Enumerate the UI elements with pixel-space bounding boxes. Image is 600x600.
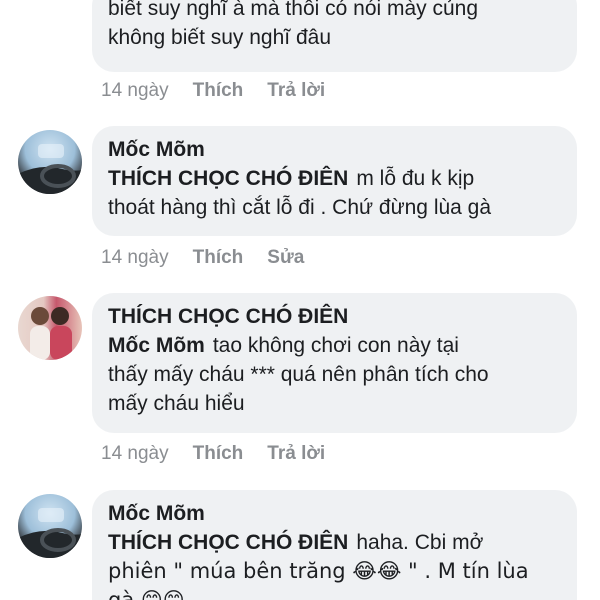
mention-tag[interactable]: THÍCH CHỌC CHÓ ĐIÊN — [108, 531, 348, 554]
comment-author-name[interactable]: Mốc Mõm — [108, 500, 561, 528]
comment-bubble: biết suy nghĩ à mà thôi có nói mày củng … — [92, 0, 577, 72]
comment-text-line: biết suy nghĩ à mà thôi có nói mày củng — [108, 0, 479, 20]
comment-bubble: THÍCH CHỌC CHÓ ĐIÊN Mốc Mõm tao không chơ… — [92, 293, 577, 433]
comment-bubble: Mốc Mõm THÍCH CHỌC CHÓ ĐIÊN haha. Cbi mở … — [92, 490, 577, 600]
avatar[interactable] — [18, 494, 82, 558]
comment-timestamp: 14 ngày — [101, 443, 169, 464]
comment-text-line: phiên " múa bên trăng 😂😂 " . M tín lùa — [108, 559, 529, 583]
comment-text-line: THÍCH CHỌC CHÓ ĐIÊN m lỗ đu k kịp — [108, 164, 561, 193]
comment-text-line: THÍCH CHỌC CHÓ ĐIÊN haha. Cbi mở — [108, 528, 561, 557]
like-button[interactable]: Thích — [193, 443, 244, 465]
comment-text: tao không chơi con này tại — [212, 334, 459, 357]
comment-text-line: mấy cháu hiểu — [108, 392, 245, 415]
comment-thread: biết suy nghĩ à mà thôi có nói mày củng … — [0, 0, 600, 600]
two-girls-avatar-icon — [30, 307, 72, 360]
comment-timestamp: 14 ngày — [101, 80, 169, 101]
reply-button[interactable]: Trả lời — [267, 80, 325, 102]
comment-timestamp: 14 ngày — [101, 247, 169, 268]
comment-actions: 14 ngày Thích Trả lời — [101, 80, 325, 102]
mention-tag[interactable]: THÍCH CHỌC CHÓ ĐIÊN — [108, 167, 348, 190]
comment-bubble: Mốc Mõm THÍCH CHỌC CHÓ ĐIÊN m lỗ đu k kịp… — [92, 126, 577, 236]
mention-tag[interactable]: Mốc Mõm — [108, 334, 205, 357]
car-steering-wheel-avatar-icon — [18, 144, 82, 194]
reply-button[interactable]: Trả lời — [267, 443, 325, 465]
comment-author-name[interactable]: Mốc Mõm — [108, 136, 561, 164]
comment-author-name[interactable]: THÍCH CHỌC CHÓ ĐIÊN — [108, 303, 561, 331]
comment-text-line: thấy mấy cháu *** quá nên phân tích cho — [108, 363, 489, 386]
like-button[interactable]: Thích — [193, 247, 244, 269]
like-button[interactable]: Thích — [193, 80, 244, 102]
comment-text: m lỗ đu k kịp — [356, 167, 475, 190]
comment-text-line: Mốc Mõm tao không chơi con này tại — [108, 331, 561, 360]
comment-text-line: không biết suy nghĩ đâu — [108, 26, 332, 49]
edit-button[interactable]: Sửa — [267, 247, 304, 269]
avatar[interactable] — [18, 296, 82, 360]
comment-text-line: gà 😊😊 — [108, 588, 185, 600]
comment-text: haha. Cbi mở — [356, 531, 484, 554]
comment-actions: 14 ngày Thích Trả lời — [101, 443, 325, 465]
car-steering-wheel-avatar-icon — [18, 508, 82, 558]
comment-actions: 14 ngày Thích Sửa — [101, 247, 304, 269]
avatar[interactable] — [18, 130, 82, 194]
comment-text-line: thoát hàng thì cắt lỗ đi . Chứ đừng lùa … — [108, 196, 492, 219]
